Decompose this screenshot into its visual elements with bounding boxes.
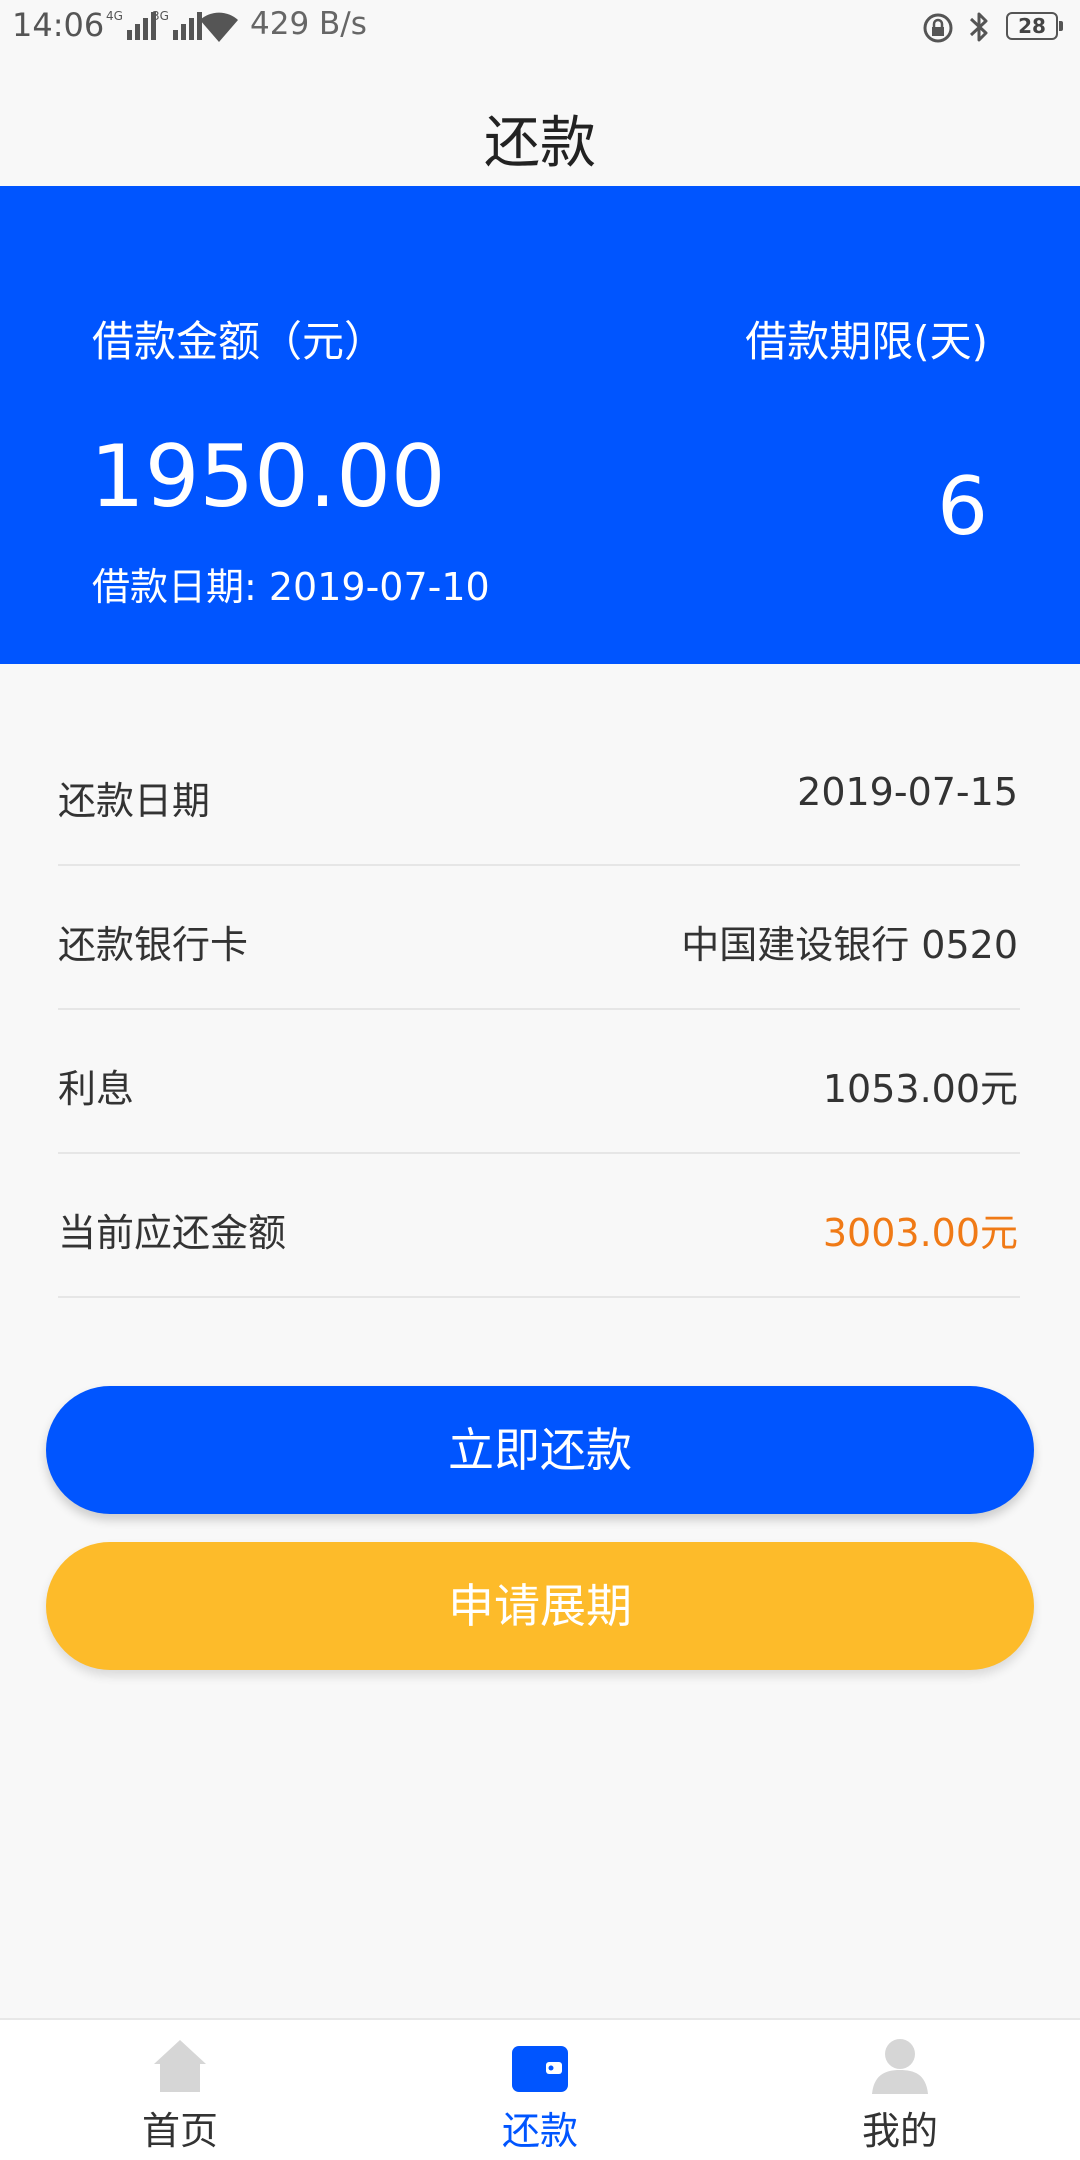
repay-now-button[interactable]: 立即还款 xyxy=(46,1386,1034,1514)
nav-item-home[interactable]: 首页 xyxy=(80,2020,280,2160)
page-title: 还款 xyxy=(484,111,596,176)
wallet-icon xyxy=(510,2036,570,2096)
repayment-detail-list: 还款日期 2019-07-15 还款银行卡 中国建设银行 0520 利息 105… xyxy=(58,722,1020,1298)
loan-amount-label: 借款金额（元） xyxy=(92,317,387,366)
network-speed: 429 B/s xyxy=(250,6,367,42)
signal-3g-icon: 3G xyxy=(152,10,202,40)
loan-summary-card: 借款金额（元） 借款期限(天) 1950.00 6 借款日期: 2019-07-… xyxy=(0,186,1080,664)
detail-value: 中国建设银行 0520 xyxy=(681,923,1018,967)
nav-label-mine: 我的 xyxy=(861,2109,938,2153)
bottom-nav: 首页 还款 我的 xyxy=(0,2018,1080,2160)
nav-label-home: 首页 xyxy=(141,2109,218,2153)
status-bar: 14:06 4G 3G 429 B/s 28 xyxy=(0,0,1080,56)
detail-label: 还款银行卡 xyxy=(58,923,249,967)
detail-row-interest: 利息 1053.00元 xyxy=(58,1010,1020,1154)
wifi-icon xyxy=(198,10,240,48)
amount-due-value: 3003.00元 xyxy=(822,1211,1018,1255)
detail-value: 1053.00元 xyxy=(822,1067,1018,1111)
loan-date: 借款日期: 2019-07-10 xyxy=(92,565,490,609)
nav-item-repay[interactable]: 还款 xyxy=(440,2020,640,2160)
nav-label-repay: 还款 xyxy=(501,2109,578,2153)
rotation-lock-icon xyxy=(922,12,954,48)
detail-row-repayment-date: 还款日期 2019-07-15 xyxy=(58,722,1020,866)
detail-label: 利息 xyxy=(58,1067,135,1111)
loan-amount-value: 1950.00 xyxy=(90,427,446,527)
signal-4g-tag: 4G xyxy=(106,9,123,23)
signal-4g-icon: 4G xyxy=(106,10,156,40)
loan-term-label: 借款期限(天) xyxy=(745,317,988,366)
detail-label: 当前应还金额 xyxy=(58,1211,287,1255)
signal-3g-tag: 3G xyxy=(152,9,169,23)
detail-value: 2019-07-15 xyxy=(797,770,1018,814)
detail-row-amount-due: 当前应还金额 3003.00元 xyxy=(58,1154,1020,1298)
title-bar: 还款 xyxy=(0,56,1080,186)
bluetooth-icon xyxy=(966,9,992,49)
loan-term-value: 6 xyxy=(937,460,988,553)
detail-label: 还款日期 xyxy=(58,779,211,823)
status-time: 14:06 xyxy=(12,6,105,44)
detail-row-bank-card[interactable]: 还款银行卡 中国建设银行 0520 xyxy=(58,866,1020,1010)
nav-item-mine[interactable]: 我的 xyxy=(800,2020,1000,2160)
user-icon xyxy=(870,2036,930,2096)
apply-extension-button[interactable]: 申请展期 xyxy=(46,1542,1034,1670)
home-icon xyxy=(150,2036,210,2096)
battery-icon: 28 xyxy=(1006,12,1063,40)
